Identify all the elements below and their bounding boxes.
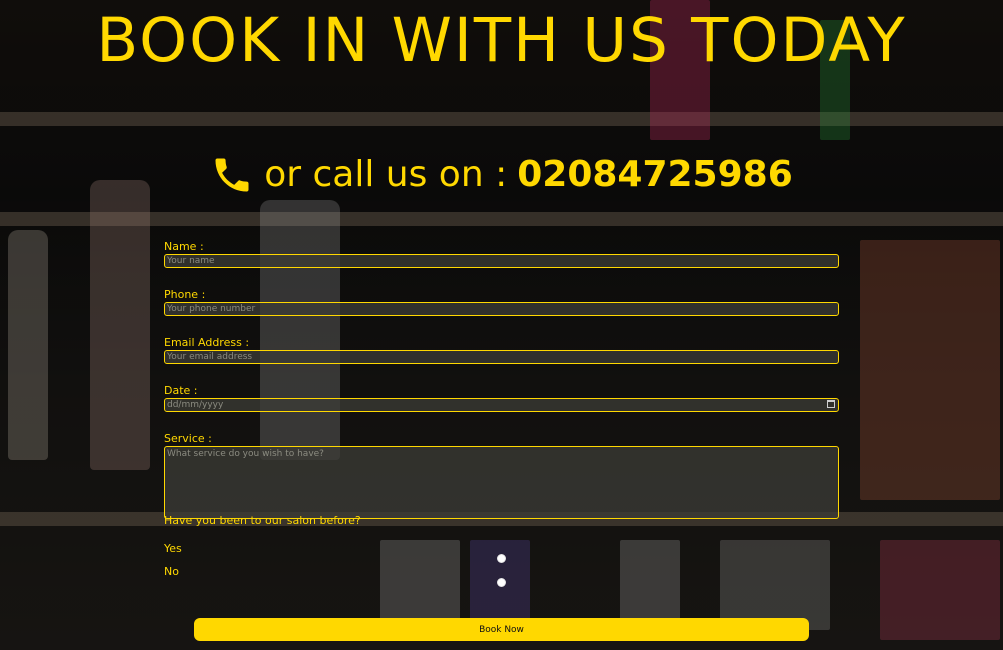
radio-label-no: No — [164, 565, 179, 578]
booking-form: Name : Phone : Email Address : Date : Se… — [164, 240, 839, 519]
radio-button-no[interactable] — [497, 578, 506, 587]
date-label: Date : — [164, 384, 198, 397]
call-us-text: or call us on : — [264, 154, 508, 195]
phone-label: Phone : — [164, 288, 206, 301]
call-us-row: or call us on : 02084725986 — [0, 150, 1003, 200]
phone-input[interactable] — [164, 302, 839, 316]
radio-button-yes[interactable] — [497, 554, 506, 563]
phone-number[interactable]: 02084725986 — [517, 150, 793, 200]
radio-option-yes[interactable]: Yes — [164, 542, 509, 563]
service-textarea[interactable] — [164, 446, 839, 519]
radio-label-yes: Yes — [164, 542, 182, 555]
date-field-wrapper — [164, 398, 839, 412]
phone-icon — [210, 153, 254, 197]
calendar-icon[interactable] — [827, 400, 835, 408]
date-input[interactable] — [164, 398, 839, 412]
email-label: Email Address : — [164, 336, 250, 349]
page-title: BOOK IN WITH US TODAY — [96, 5, 907, 76]
service-label: Service : — [164, 432, 212, 445]
email-input[interactable] — [164, 350, 839, 364]
book-now-button[interactable]: Book Now — [194, 618, 809, 641]
radio-option-no[interactable]: No — [164, 565, 509, 587]
visited-before-question: Have you been to our salon before? — [164, 514, 361, 527]
name-label: Name : — [164, 240, 204, 253]
booking-section: BOOK IN WITH US TODAY or call us on : 02… — [0, 0, 1003, 650]
name-input[interactable] — [164, 254, 839, 268]
